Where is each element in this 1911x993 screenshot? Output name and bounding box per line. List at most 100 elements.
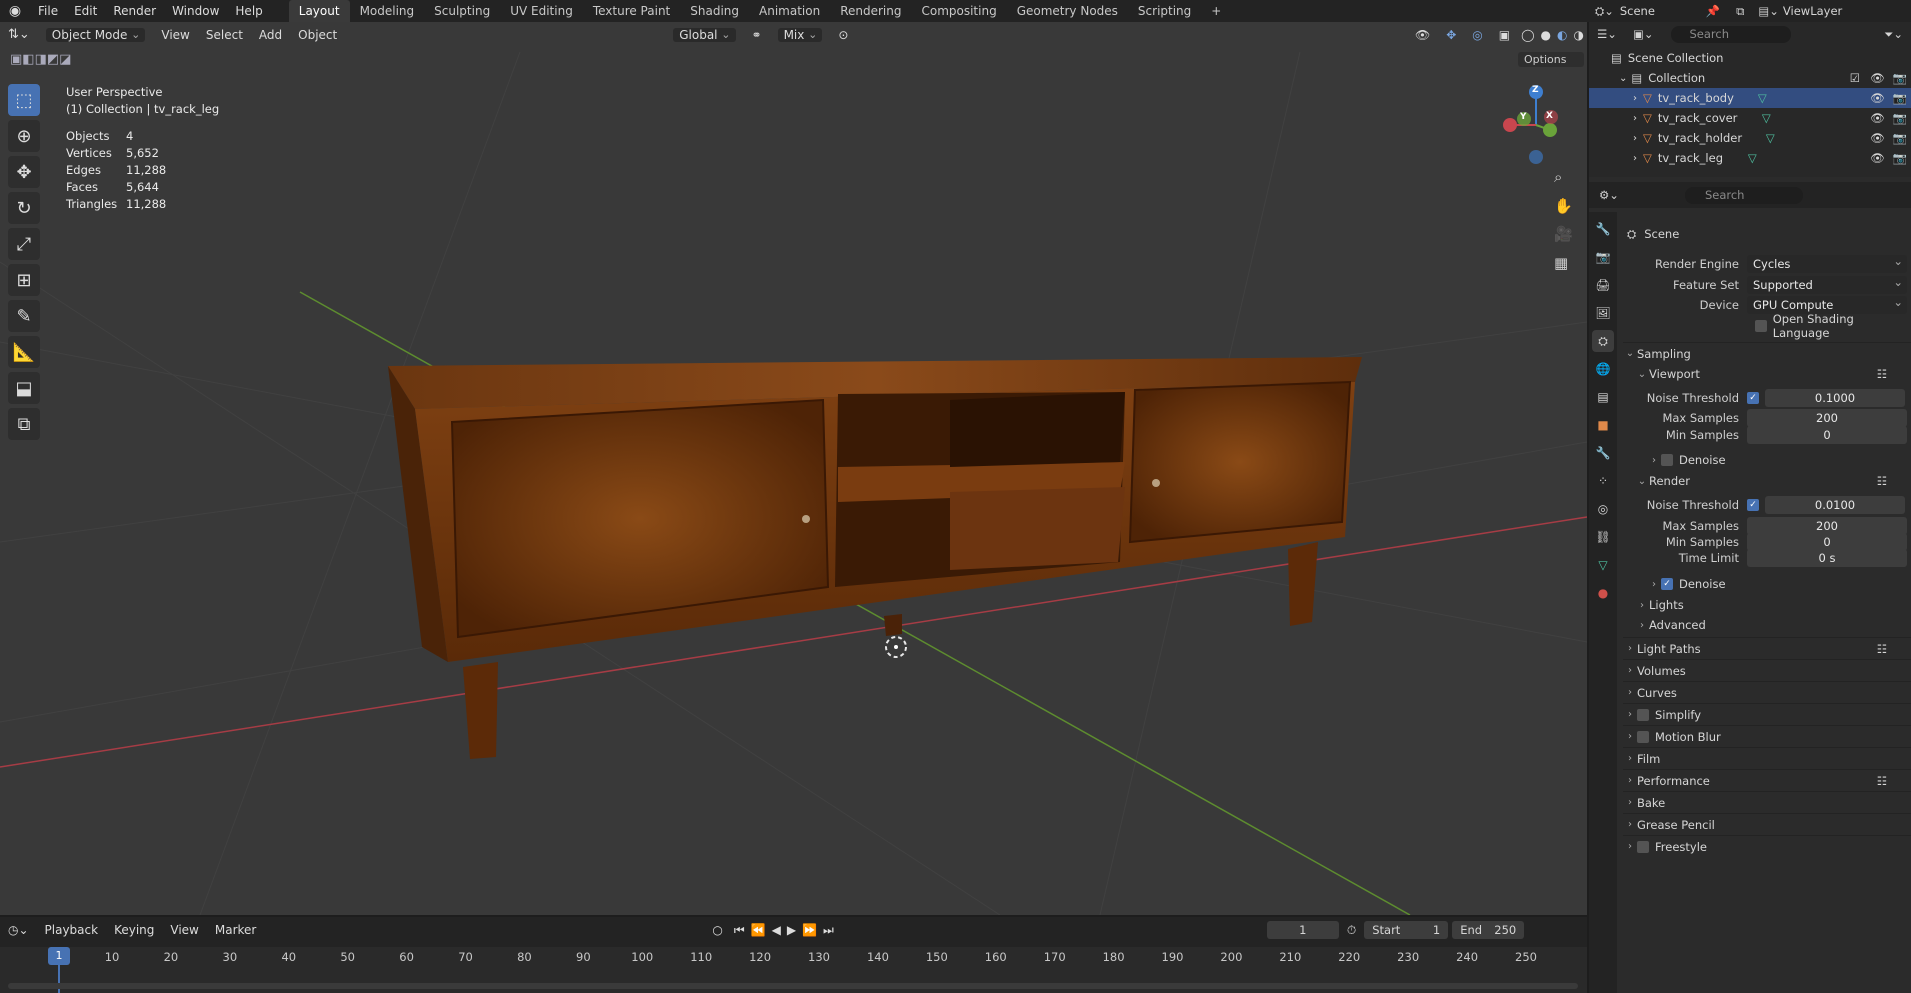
outliner-row-tv-rack-leg[interactable]: › ▽ tv_rack_leg ▽ 👁 📷: [1589, 148, 1911, 168]
menu-edit[interactable]: Edit: [66, 0, 105, 22]
view-menu[interactable]: View: [153, 23, 197, 47]
object-tab-icon[interactable]: ■: [1592, 414, 1614, 436]
add-menu[interactable]: Add: [251, 23, 290, 47]
advanced-subpanel[interactable]: › Advanced: [1635, 614, 1911, 636]
transform-tool-icon[interactable]: ⊞: [8, 264, 40, 296]
modifier-tab-icon[interactable]: 🔧: [1592, 442, 1614, 464]
frame-ruler[interactable]: 10 20 30 40 50 60 70 80 90 100 110 120 130 140 150 160 1…: [0, 947, 1587, 993]
tab-layout[interactable]: Layout: [288, 0, 350, 22]
properties-editor-icon[interactable]: ⚙⌄: [1589, 188, 1629, 202]
pivot-point-icon[interactable]: ⚭: [744, 23, 770, 47]
expand-chevron-icon[interactable]: ›: [1589, 113, 1643, 124]
camera-icon[interactable]: 📷: [1889, 111, 1911, 125]
list-icon[interactable]: ☷: [1877, 642, 1911, 656]
eye-icon[interactable]: 👁: [1866, 111, 1889, 125]
eye-icon[interactable]: 👁: [1866, 151, 1889, 165]
grease-pencil-panel[interactable]: › Grease Pencil: [1623, 813, 1911, 835]
new-scene-icon[interactable]: ⧉: [1726, 4, 1754, 19]
material-shading-icon[interactable]: ◐: [1554, 23, 1570, 47]
stopwatch-icon[interactable]: ⏱: [1339, 918, 1364, 942]
pin-icon[interactable]: 📌: [1700, 4, 1726, 18]
display-mode-icon[interactable]: ▣⌄: [1625, 27, 1662, 41]
menu-help[interactable]: Help: [227, 0, 270, 22]
data-tab-icon[interactable]: ▽: [1592, 554, 1614, 576]
render-denoise-checkbox[interactable]: ✓: [1661, 578, 1673, 590]
camera-icon[interactable]: 📷: [1889, 151, 1911, 165]
ortho-toggle-icon[interactable]: ▦: [1554, 254, 1568, 272]
collapse-chevron-icon[interactable]: ⌄: [1589, 73, 1631, 84]
list-icon[interactable]: ☷: [1877, 474, 1911, 488]
gizmo-toggle-icon[interactable]: ✥: [1438, 23, 1464, 47]
rotate-tool-icon[interactable]: ↻: [8, 192, 40, 224]
outliner-row-tv-rack-body[interactable]: › ▽ tv_rack_body ▽ 👁 📷: [1589, 88, 1911, 108]
jump-start-icon[interactable]: ⏮: [731, 918, 748, 942]
collection-tab-icon[interactable]: ▤: [1592, 386, 1614, 408]
visibility-icon[interactable]: 👁: [1407, 23, 1438, 47]
camera-view-icon[interactable]: 🎥: [1554, 225, 1573, 243]
tab-rendering[interactable]: Rendering: [830, 0, 911, 22]
marker-menu[interactable]: Marker: [207, 918, 264, 942]
simplify-panel[interactable]: › Simplify: [1623, 703, 1911, 725]
object-mode-dropdown[interactable]: Object Mode: [38, 23, 154, 47]
outliner-row-tv-rack-cover[interactable]: › ▽ tv_rack_cover ▽ 👁 📷: [1589, 108, 1911, 128]
add-cube-tool-icon[interactable]: ⬓: [8, 372, 40, 404]
outliner-row-tv-rack-holder[interactable]: › ▽ tv_rack_holder ▽ 👁 📷: [1589, 128, 1911, 148]
constraints-tab-icon[interactable]: ⛓: [1592, 526, 1614, 548]
sampling-panel-header[interactable]: ⌄ Sampling: [1623, 342, 1911, 364]
performance-panel[interactable]: › Performance ☷: [1623, 769, 1911, 791]
clock-editor-icon[interactable]: ◷⌄: [0, 918, 37, 942]
timeline-view-menu[interactable]: View: [162, 918, 206, 942]
viewport-denoise-checkbox[interactable]: [1661, 454, 1673, 466]
world-tab-icon[interactable]: 🌐: [1592, 358, 1614, 380]
timeline-scrollbar[interactable]: [8, 983, 1578, 989]
select-menu[interactable]: Select: [198, 23, 251, 47]
transform-orientation-dropdown[interactable]: Global: [665, 23, 743, 47]
expand-chevron-icon[interactable]: ›: [1589, 153, 1643, 164]
noise-threshold-checkbox[interactable]: ✓: [1747, 392, 1759, 404]
play-reverse-icon[interactable]: ◀: [769, 918, 784, 942]
editor-type-icon[interactable]: ⇅⌄: [0, 23, 38, 47]
tool-tab-icon[interactable]: 🔧: [1592, 218, 1614, 240]
tab-geometry-nodes[interactable]: Geometry Nodes: [1007, 0, 1128, 22]
current-frame-field[interactable]: 1: [1266, 921, 1339, 939]
object-menu[interactable]: Object: [290, 23, 345, 47]
freestyle-checkbox[interactable]: [1637, 840, 1649, 853]
camera-icon[interactable]: 📷: [1889, 91, 1911, 105]
list-icon[interactable]: ☷: [1877, 774, 1911, 788]
camera-icon[interactable]: 📷: [1889, 71, 1911, 85]
motion-blur-panel[interactable]: › Motion Blur: [1623, 725, 1911, 747]
motion-blur-checkbox[interactable]: [1637, 730, 1649, 743]
wireframe-shading-icon[interactable]: ◯: [1518, 23, 1537, 47]
tab-modeling[interactable]: Modeling: [350, 0, 425, 22]
tab-uv-editing[interactable]: UV Editing: [500, 0, 583, 22]
measure-tool-icon[interactable]: 📐: [8, 336, 40, 368]
viewport-subpanel-header[interactable]: ⌄ Viewport ☷: [1635, 363, 1911, 385]
bake-panel[interactable]: › Bake: [1623, 791, 1911, 813]
render-noise-threshold-field[interactable]: 0.0100: [1765, 496, 1905, 514]
scene-selector[interactable]: ⛭⌄ Scene 📌 ⧉ ▤⌄ ViewLayer: [1589, 0, 1911, 22]
particles-tab-icon[interactable]: ⁘: [1592, 470, 1614, 492]
expand-chevron-icon[interactable]: ›: [1589, 93, 1643, 104]
render-denoise-header[interactable]: › ✓ Denoise: [1647, 573, 1911, 595]
simplify-checkbox[interactable]: [1637, 708, 1649, 721]
camera-icon[interactable]: 📷: [1889, 131, 1911, 145]
menu-window[interactable]: Window: [164, 0, 227, 22]
outliner-search-input[interactable]: Search: [1671, 25, 1792, 43]
viewport-noise-threshold-field[interactable]: 0.1000: [1765, 389, 1905, 407]
tab-animation[interactable]: Animation: [749, 0, 830, 22]
feature-set-dropdown[interactable]: Supported: [1747, 273, 1907, 294]
solid-shading-icon[interactable]: ●: [1538, 23, 1554, 47]
select-box-icon[interactable]: ⬚: [8, 84, 40, 116]
tv-rack-model[interactable]: [388, 357, 1362, 759]
collection-row[interactable]: ⌄ ▤ Collection ☑ 👁 📷: [1589, 68, 1911, 88]
tab-texture-paint[interactable]: Texture Paint: [583, 0, 680, 22]
volumes-panel[interactable]: › Volumes: [1623, 659, 1911, 681]
time-limit-field[interactable]: 0 s: [1747, 549, 1907, 567]
tab-shading[interactable]: Shading: [680, 0, 749, 22]
view-layer-tab-icon[interactable]: 🖼: [1592, 302, 1614, 324]
physics-tab-icon[interactable]: ◎: [1592, 498, 1614, 520]
move-tool-icon[interactable]: ✥: [8, 156, 40, 188]
eye-icon[interactable]: 👁: [1866, 71, 1889, 85]
3d-cursor-icon[interactable]: [885, 636, 907, 658]
tab-sculpting[interactable]: Sculpting: [424, 0, 500, 22]
